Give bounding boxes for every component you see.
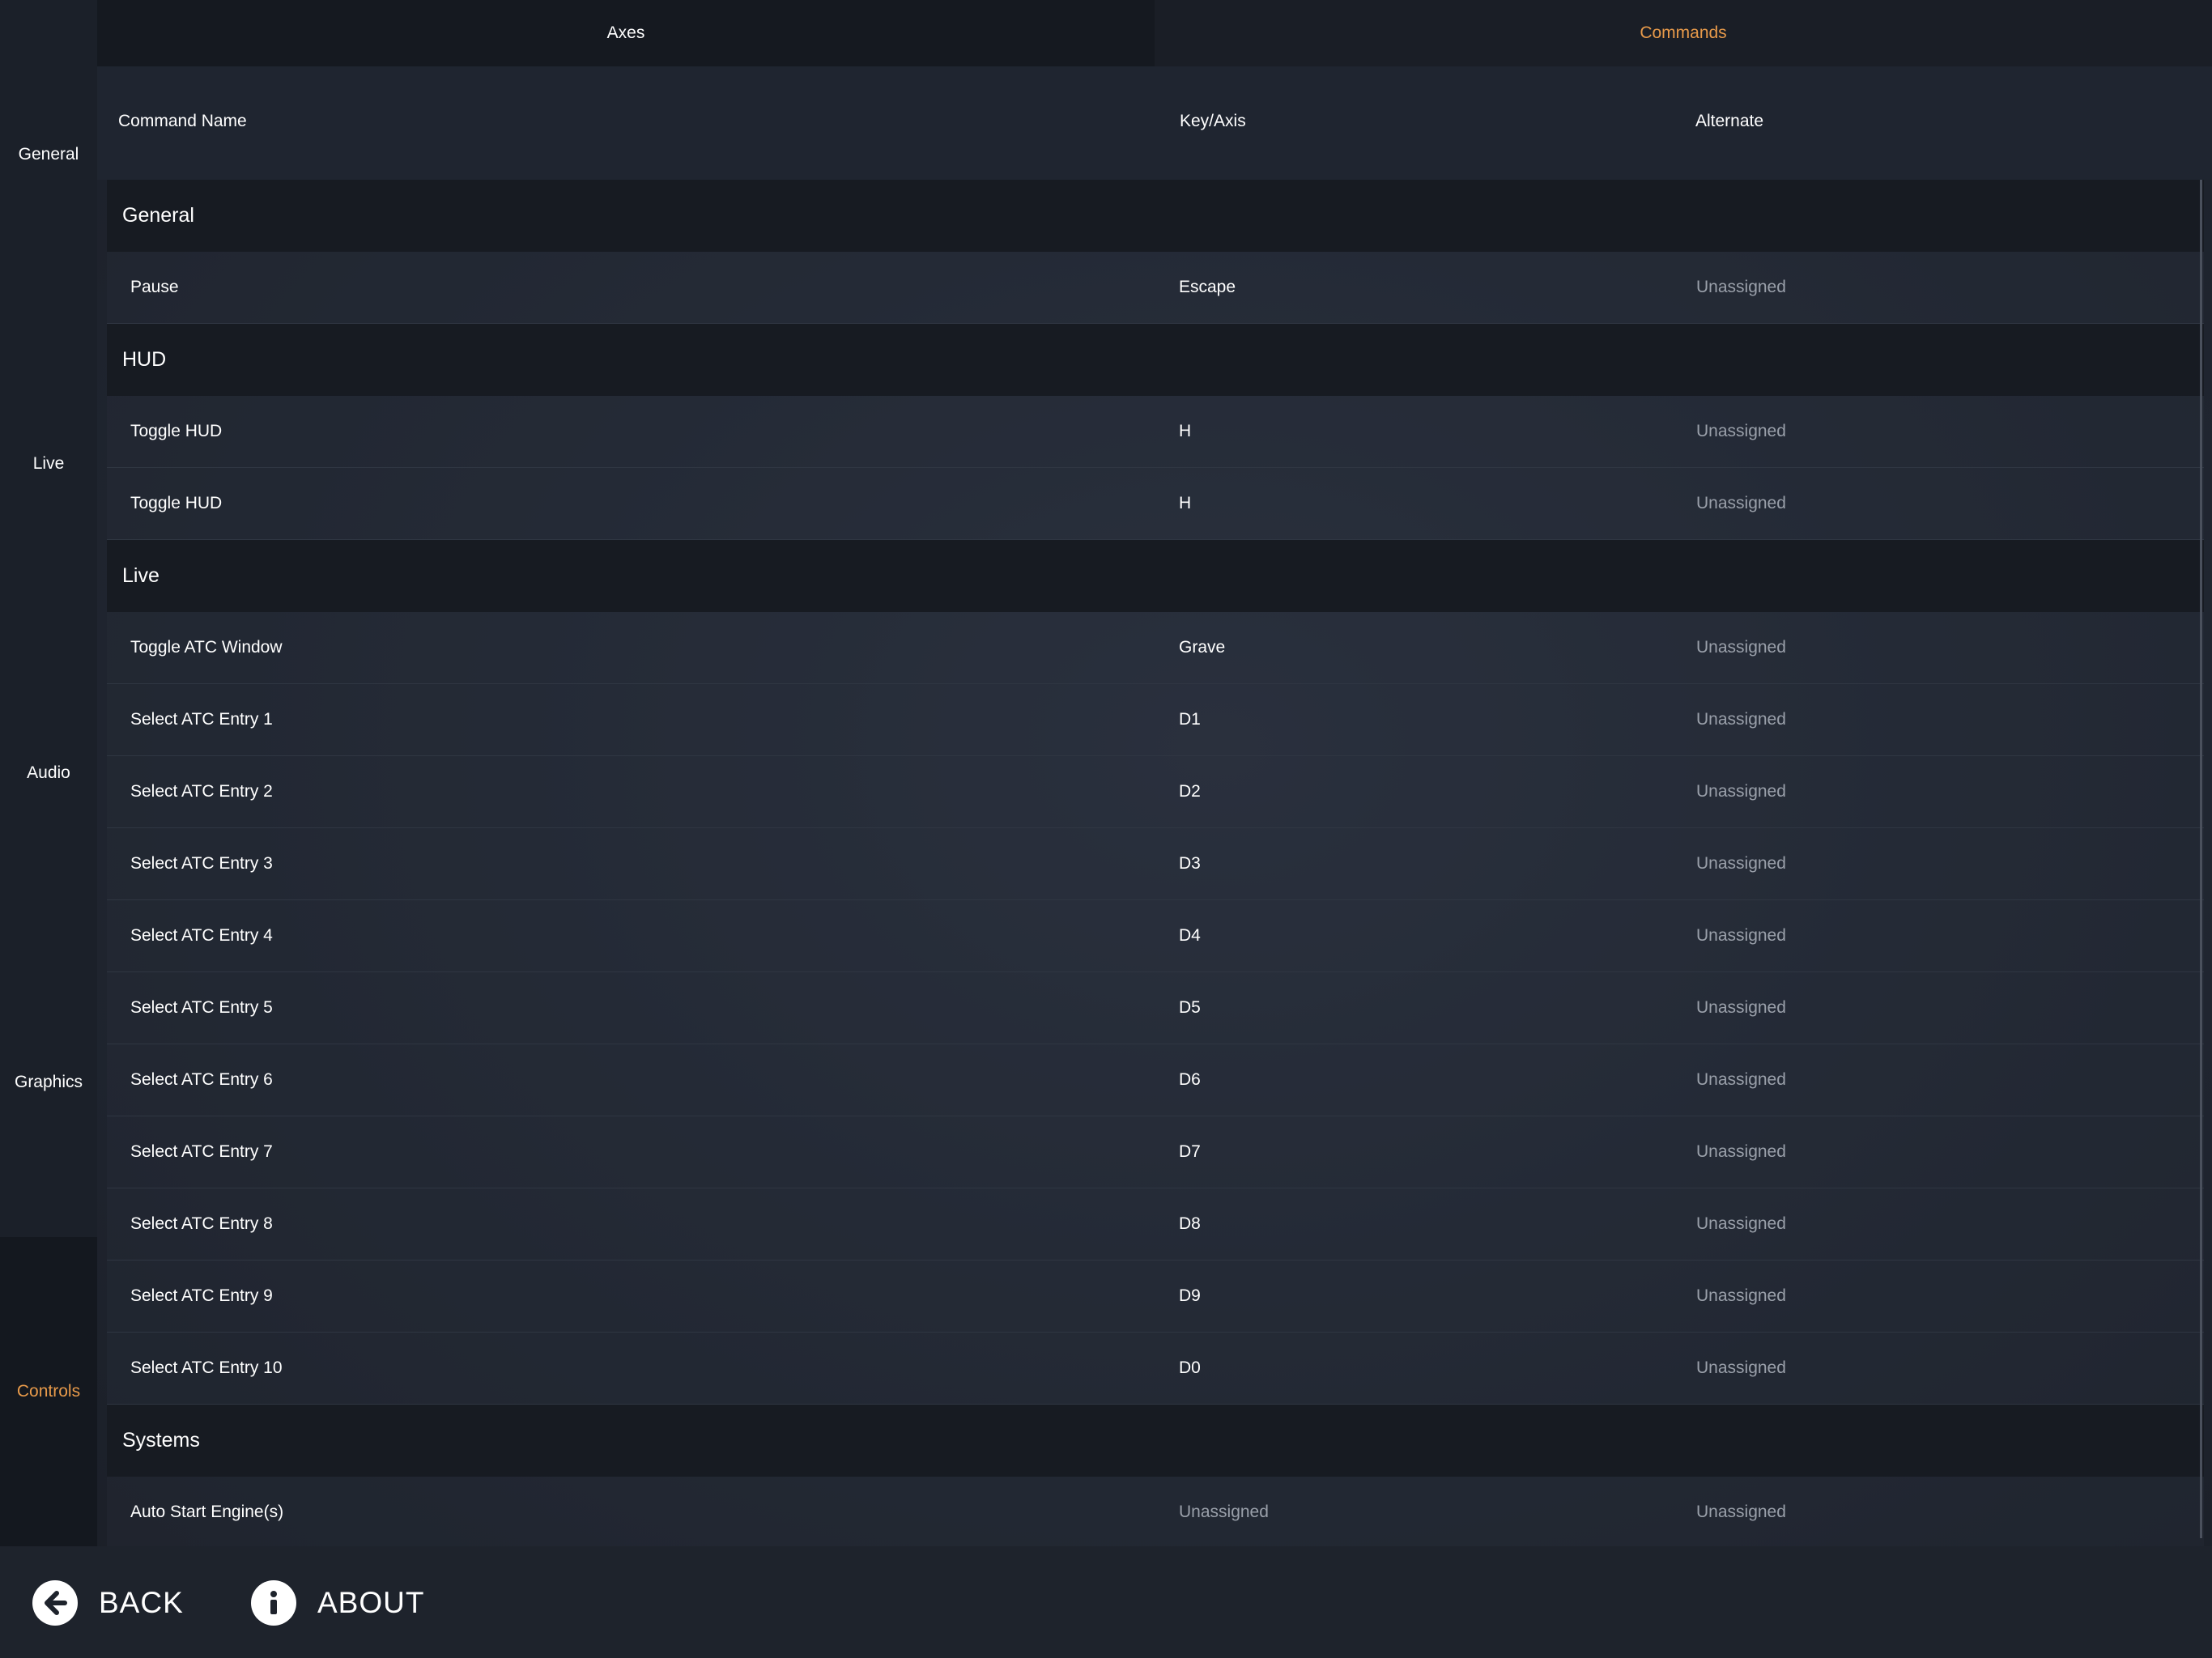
command-name: Select ATC Entry 5 (130, 998, 273, 1017)
section-title: Systems (122, 1429, 200, 1452)
command-name: Toggle ATC Window (130, 638, 283, 657)
key-binding[interactable]: D0 (1179, 1358, 1201, 1378)
back-button[interactable]: BACK (32, 1579, 184, 1627)
table-row[interactable]: Pause Escape Unassigned (107, 252, 2204, 324)
column-header-key-axis: Key/Axis (1180, 112, 1246, 130)
sidebar-item-label: General (18, 145, 79, 164)
key-binding[interactable]: D5 (1179, 998, 1201, 1018)
alternate-binding[interactable]: Unassigned (1696, 854, 1786, 874)
tab-commands[interactable]: Commands (1155, 0, 2212, 66)
about-button[interactable]: ABOUT (251, 1579, 424, 1627)
table-header: Command Name Key/Axis Alternate (97, 66, 2212, 180)
tab-label: Axes (606, 23, 645, 42)
column-header-command-name: Command Name (118, 112, 247, 130)
table-row[interactable]: Select ATC Entry 9 D9 Unassigned (107, 1261, 2204, 1333)
key-binding[interactable]: D4 (1179, 926, 1201, 946)
command-name: Select ATC Entry 9 (130, 1286, 273, 1305)
key-binding[interactable]: Grave (1179, 638, 1225, 657)
sidebar-item-label: Controls (16, 1382, 81, 1401)
table-row[interactable]: Select ATC Entry 2 D2 Unassigned (107, 756, 2204, 828)
alternate-binding[interactable]: Unassigned (1696, 638, 1786, 657)
tab-label: Commands (1640, 23, 1727, 42)
section-title: HUD (122, 348, 167, 371)
sidebar-item-graphics[interactable]: Graphics (0, 928, 97, 1237)
section-title: General (122, 204, 194, 227)
command-name: Select ATC Entry 4 (130, 926, 273, 945)
alternate-binding[interactable]: Unassigned (1696, 1358, 1786, 1378)
key-binding[interactable]: D9 (1179, 1286, 1201, 1306)
command-name: Select ATC Entry 7 (130, 1142, 273, 1161)
settings-screen: General Live Audio Graphics Controls Axe… (0, 0, 2212, 1658)
sidebar-item-general[interactable]: General (0, 0, 97, 309)
section-header-general: General (107, 180, 2204, 252)
alternate-binding[interactable]: Unassigned (1696, 422, 1786, 441)
key-binding[interactable]: Unassigned (1179, 1503, 1269, 1522)
command-name: Select ATC Entry 10 (130, 1358, 283, 1377)
command-name: Select ATC Entry 3 (130, 854, 273, 873)
key-binding[interactable]: D2 (1179, 782, 1201, 801)
table-row[interactable]: Toggle ATC Window Grave Unassigned (107, 612, 2204, 684)
table-row[interactable]: Select ATC Entry 4 D4 Unassigned (107, 900, 2204, 972)
alternate-binding[interactable]: Unassigned (1696, 494, 1786, 513)
back-label: BACK (99, 1586, 184, 1619)
alternate-binding[interactable]: Unassigned (1696, 1142, 1786, 1162)
alternate-binding[interactable]: Unassigned (1696, 998, 1786, 1018)
command-name: Select ATC Entry 8 (130, 1214, 273, 1233)
alternate-binding[interactable]: Unassigned (1696, 926, 1786, 946)
key-binding[interactable]: D3 (1179, 854, 1201, 874)
section-title: Live (122, 564, 160, 587)
settings-sidebar: General Live Audio Graphics Controls (0, 0, 97, 1546)
commands-table: General Pause Escape Unassigned HUD Togg… (107, 180, 2204, 1548)
command-name: Auto Start Engine(s) (130, 1503, 284, 1521)
command-name: Select ATC Entry 2 (130, 782, 273, 801)
alternate-binding[interactable]: Unassigned (1696, 710, 1786, 729)
about-label: ABOUT (317, 1586, 425, 1619)
command-name: Toggle HUD (130, 422, 223, 440)
command-name: Pause (130, 278, 179, 296)
table-row[interactable]: Auto Start Engine(s) Unassigned Unassign… (107, 1477, 2204, 1548)
tab-bar: Axes Commands (97, 0, 2212, 66)
sidebar-item-controls[interactable]: Controls (0, 1237, 97, 1546)
arrow-left-icon (32, 1580, 78, 1626)
info-icon (251, 1580, 296, 1626)
alternate-binding[interactable]: Unassigned (1696, 1286, 1786, 1306)
key-binding[interactable]: Escape (1179, 278, 1236, 297)
sidebar-item-label: Audio (27, 763, 70, 782)
alternate-binding[interactable]: Unassigned (1696, 278, 1786, 297)
alternate-binding[interactable]: Unassigned (1696, 1214, 1786, 1234)
command-name: Select ATC Entry 1 (130, 710, 273, 729)
table-scrollbar[interactable] (2200, 180, 2202, 1538)
alternate-binding[interactable]: Unassigned (1696, 1070, 1786, 1090)
sidebar-item-label: Live (32, 454, 65, 473)
table-row[interactable]: Select ATC Entry 3 D3 Unassigned (107, 828, 2204, 900)
table-row[interactable]: Select ATC Entry 7 D7 Unassigned (107, 1116, 2204, 1188)
alternate-binding[interactable]: Unassigned (1696, 782, 1786, 801)
section-header-live: Live (107, 540, 2204, 612)
sidebar-item-audio[interactable]: Audio (0, 619, 97, 928)
key-binding[interactable]: D6 (1179, 1070, 1201, 1090)
table-row[interactable]: Select ATC Entry 6 D6 Unassigned (107, 1044, 2204, 1116)
column-header-alternate: Alternate (1695, 112, 1764, 130)
key-binding[interactable]: H (1179, 494, 1191, 513)
command-name: Select ATC Entry 6 (130, 1070, 273, 1089)
tab-axes[interactable]: Axes (97, 0, 1155, 66)
key-binding[interactable]: H (1179, 422, 1191, 441)
section-header-systems: Systems (107, 1405, 2204, 1477)
table-row[interactable]: Select ATC Entry 10 D0 Unassigned (107, 1333, 2204, 1405)
table-row[interactable]: Toggle HUD H Unassigned (107, 468, 2204, 540)
sidebar-item-label: Graphics (14, 1073, 83, 1091)
sidebar-item-live[interactable]: Live (0, 309, 97, 619)
footer-bar: BACK ABOUT (0, 1546, 2212, 1658)
key-binding[interactable]: D8 (1179, 1214, 1201, 1234)
key-binding[interactable]: D7 (1179, 1142, 1201, 1162)
key-binding[interactable]: D1 (1179, 710, 1201, 729)
table-row[interactable]: Select ATC Entry 8 D8 Unassigned (107, 1188, 2204, 1261)
command-name: Toggle HUD (130, 494, 223, 512)
table-row[interactable]: Toggle HUD H Unassigned (107, 396, 2204, 468)
table-row[interactable]: Select ATC Entry 1 D1 Unassigned (107, 684, 2204, 756)
section-header-hud: HUD (107, 324, 2204, 396)
table-row[interactable]: Select ATC Entry 5 D5 Unassigned (107, 972, 2204, 1044)
alternate-binding[interactable]: Unassigned (1696, 1503, 1786, 1522)
